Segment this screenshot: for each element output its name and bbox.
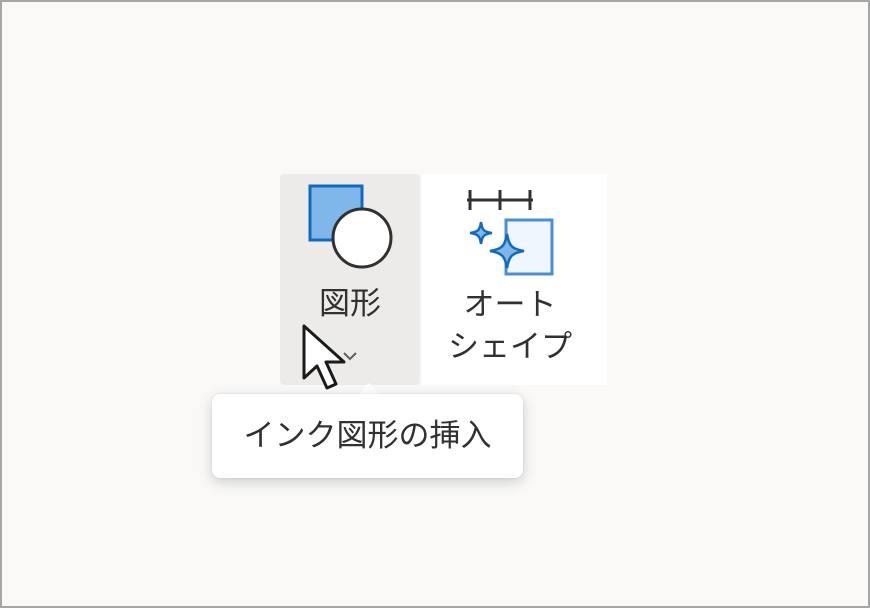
shapes-icon [308, 184, 393, 269]
autoshape-button-label: オート シェイプ [422, 284, 598, 368]
window-frame: 図形 オート シェイプ インク図形の挿入 [0, 0, 870, 608]
autoshape-button[interactable]: オート シェイプ [422, 174, 607, 385]
tooltip-text: インク図形の挿入 [243, 418, 492, 454]
autoshape-label-line1: オート [463, 287, 557, 323]
shapes-button-label: 図形 [319, 286, 381, 322]
mouse-pointer-icon [302, 324, 346, 390]
autoshape-label-line2: シェイプ [448, 329, 572, 365]
tooltip: インク図形の挿入 [212, 394, 523, 478]
autoshape-sparkle-icon [467, 190, 554, 276]
